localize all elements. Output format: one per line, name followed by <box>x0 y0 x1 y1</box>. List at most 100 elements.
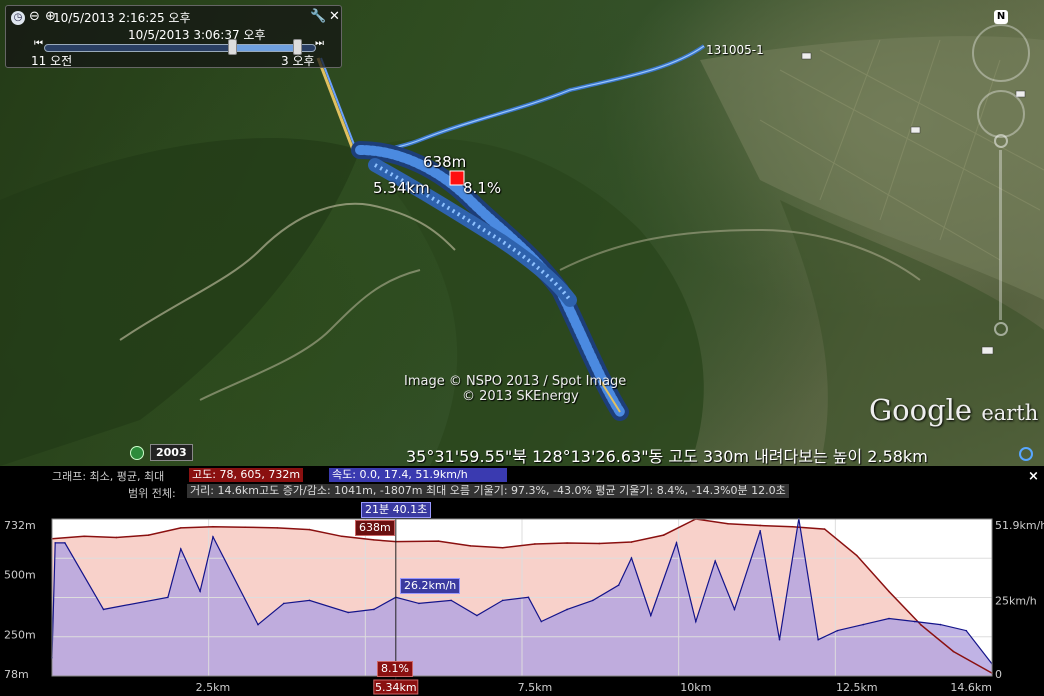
elevation-point <box>952 650 955 653</box>
data-credit: © 2013 SKEnergy <box>462 389 579 404</box>
logo-google: Google <box>869 393 973 427</box>
speed-point <box>714 560 716 562</box>
x-tick-label: 14.6km <box>950 681 992 694</box>
speed-point <box>649 614 652 617</box>
skip-forward-icon[interactable]: ⏭ <box>315 38 324 49</box>
elevation-point <box>630 541 633 543</box>
speed-point <box>675 542 678 544</box>
elevation-point <box>727 523 729 525</box>
y-left-tick-label: 500m <box>4 569 36 582</box>
time-slider[interactable]: ◷ ⊖ ⊕ 10/5/2013 2:16:25 오후 10/5/2013 3:0… <box>5 5 342 68</box>
elevation-point <box>115 536 118 539</box>
time-range-fill <box>231 45 297 51</box>
speed-point <box>540 620 543 623</box>
wrench-icon[interactable]: 🔧 <box>310 9 326 24</box>
start-datetime: 10/5/2013 2:16:25 오후 <box>53 11 191 25</box>
speed-point <box>373 608 375 611</box>
speed-point <box>347 611 349 614</box>
speed-point <box>199 590 201 593</box>
elevation-point <box>888 590 890 593</box>
landmark-icon <box>801 52 812 60</box>
speed-point <box>778 638 781 641</box>
speed-point <box>476 614 478 617</box>
speed-point <box>54 542 57 544</box>
marker-distance: 5.34km <box>373 179 430 197</box>
zoom-out-icon[interactable]: ⊖ <box>29 9 40 24</box>
speed-point <box>862 623 865 626</box>
elevation-point <box>469 545 472 547</box>
speed-point <box>179 548 182 550</box>
elevation-profile-panel[interactable]: 그래프: 최소, 평균, 최대 고도: 78, 605, 732m 속도: 0.… <box>0 466 1044 696</box>
speed-point <box>257 623 259 626</box>
skip-back-icon[interactable]: ⏮ <box>34 38 43 49</box>
speed-point <box>308 599 311 602</box>
elevation-point <box>373 539 375 541</box>
speed-point <box>450 599 452 602</box>
y-left-tick-label: 78m <box>4 668 29 681</box>
elevation-point <box>920 624 922 626</box>
historical-imagery-icon[interactable] <box>130 446 144 460</box>
time-track[interactable] <box>44 44 316 52</box>
elevation-point <box>662 534 665 536</box>
elevation-point <box>340 535 343 538</box>
speed-point <box>592 599 594 602</box>
clock-settings-icon[interactable]: ◷ <box>11 11 25 25</box>
elevation-point <box>823 528 826 530</box>
x-tick-label: 7.5km <box>518 681 553 694</box>
zoom-slider[interactable] <box>999 150 1002 320</box>
move-joystick[interactable] <box>977 90 1025 138</box>
google-earth-logo: Google earth <box>869 393 1038 427</box>
imagery-year: 2003 <box>150 444 193 461</box>
elevation-point <box>791 525 794 528</box>
speed-point <box>418 602 420 605</box>
elevation-point <box>534 543 536 545</box>
elevation-point <box>598 542 601 545</box>
earth-viewer[interactable]: ◷ ⊖ ⊕ 10/5/2013 2:16:25 오후 10/5/2013 3:0… <box>0 0 1044 466</box>
speed-point <box>759 529 762 532</box>
speed-point <box>167 596 169 599</box>
elevation-point <box>147 534 150 536</box>
speed-point <box>965 629 968 632</box>
imagery-credit: Image © NSPO 2013 / Spot Image <box>404 374 627 389</box>
look-joystick[interactable] <box>972 24 1030 82</box>
elevation-point <box>566 542 568 544</box>
x-tick-label: 10km <box>680 681 711 694</box>
marker-grade: 8.1% <box>463 179 502 197</box>
y-right-tick-label: 51.9km/h <box>995 519 1044 532</box>
elevation-point <box>179 527 182 529</box>
zoom-in-button[interactable] <box>994 134 1008 148</box>
streaming-indicator-icon <box>1019 447 1033 461</box>
speed-point <box>64 542 66 544</box>
end-datetime: 10/5/2013 3:06:37 오후 <box>128 28 266 42</box>
x-tick-label: 2.5km <box>196 681 231 694</box>
elevation-chart[interactable]: 732m 500m 250m 78m 51.9km/h 25km/h 0 2.5km 5.34k… <box>0 466 1044 696</box>
elevation-point <box>308 528 311 531</box>
speed-point <box>501 599 504 602</box>
speed-point <box>630 557 633 559</box>
marker-elevation: 638m <box>423 153 467 171</box>
x-tick-label: 12.5km <box>836 681 878 694</box>
speed-point <box>817 638 819 641</box>
cursor-elevation: 638m <box>355 520 395 536</box>
track-name-label[interactable]: 131005-1 <box>706 43 764 57</box>
cursor-grade: 8.1% <box>377 661 413 677</box>
range-start-handle[interactable] <box>227 39 237 55</box>
cursor-time: 21분 40.1초 <box>361 502 432 518</box>
north-indicator[interactable]: N <box>994 10 1008 24</box>
y-left-tick-label: 250m <box>4 629 36 642</box>
elevation-point <box>244 526 246 528</box>
y-left-tick-label: 732m <box>4 519 36 532</box>
speed-point <box>836 629 839 632</box>
speed-point <box>939 623 942 626</box>
zoom-out-button[interactable] <box>994 322 1008 336</box>
elevation-point <box>276 527 279 529</box>
elevation-point <box>83 535 85 538</box>
elevation-point <box>759 524 762 527</box>
logo-earth: earth <box>981 401 1039 425</box>
speed-point <box>617 584 620 587</box>
speed-point <box>527 596 530 599</box>
elevation-point <box>212 525 214 528</box>
close-icon[interactable]: ✕ <box>329 9 340 24</box>
navigation-control[interactable]: N <box>970 10 1034 350</box>
speed-point <box>212 536 214 538</box>
